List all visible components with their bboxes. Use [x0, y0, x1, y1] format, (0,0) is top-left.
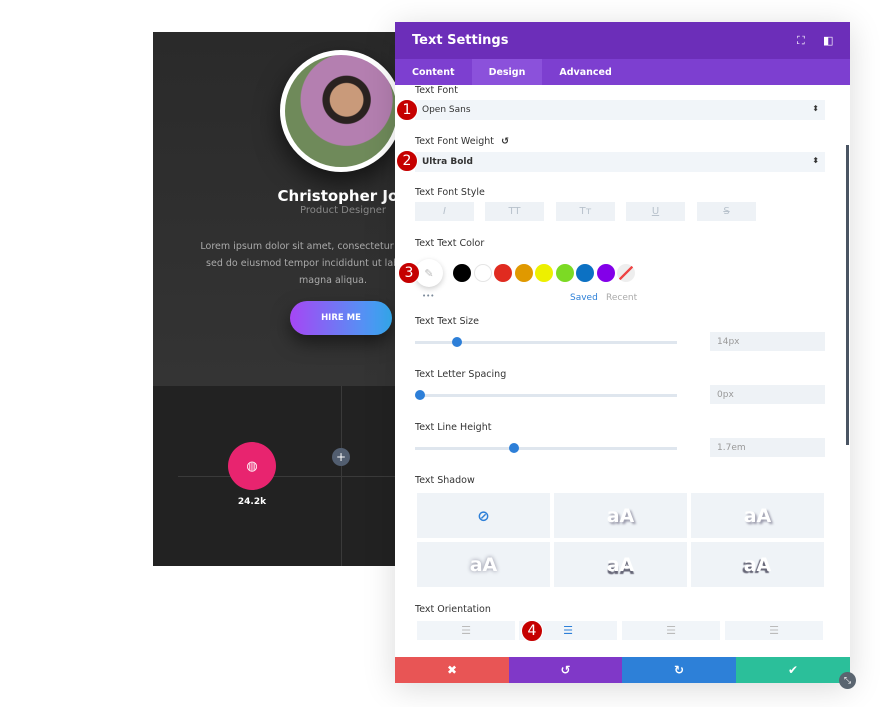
redo-button[interactable]: ↻ — [622, 657, 736, 683]
strikethrough-button[interactable]: S — [697, 202, 756, 221]
person-role: Product Designer — [300, 205, 386, 216]
save-button[interactable]: ✔ — [736, 657, 850, 683]
align-justify-icon[interactable]: ☰ — [725, 621, 823, 640]
text-size-label: Text Text Size — [415, 316, 479, 327]
step-badge: 2 — [396, 150, 418, 172]
text-size-input[interactable]: 14px — [710, 332, 825, 351]
social-count: 24.2k — [237, 497, 267, 507]
reset-icon[interactable]: ↺ — [501, 136, 509, 147]
letter-spacing-input[interactable]: 0px — [710, 385, 825, 404]
font-weight-value: Ultra Bold — [422, 157, 473, 167]
color-swatch[interactable] — [473, 264, 492, 282]
undo-button[interactable]: ↺ — [509, 657, 622, 683]
capitalize-button[interactable]: Tт — [556, 202, 615, 221]
uppercase-button[interactable]: TT — [485, 202, 544, 221]
plus-icon[interactable]: + — [332, 448, 350, 466]
line-height-input[interactable]: 1.7em — [710, 438, 825, 457]
font-weight-label: Text Font Weight ↺ — [415, 136, 509, 147]
step-badge: 4 — [521, 620, 543, 642]
shadow-option[interactable]: aA — [691, 493, 824, 538]
resize-handle-icon[interactable]: ⤡ — [839, 672, 856, 689]
shadow-option[interactable]: aA — [691, 542, 824, 587]
recent-colors-tab[interactable]: Recent — [606, 293, 637, 303]
underline-button[interactable]: U — [626, 202, 685, 221]
person-name: Christopher Joe — [277, 187, 395, 205]
step-badge: 3 — [398, 262, 420, 284]
text-font-label: Text Font — [415, 85, 458, 96]
fullscreen-icon[interactable]: ⛶ — [797, 34, 805, 48]
no-color-swatch[interactable] — [617, 264, 635, 282]
saved-colors-tab[interactable]: Saved — [570, 293, 598, 303]
panel-header: Text Settings — [395, 22, 850, 59]
profile-card-preview: Christopher Joe Product Designer Lorem i… — [153, 32, 395, 566]
slider-thumb[interactable] — [451, 337, 462, 347]
color-swatch[interactable] — [494, 264, 512, 282]
slider-thumb[interactable] — [415, 390, 425, 400]
color-swatch[interactable] — [576, 264, 594, 282]
tab-content[interactable]: Content — [395, 59, 472, 85]
text-orientation-label: Text Orientation — [415, 604, 491, 615]
text-size-slider[interactable] — [415, 337, 677, 347]
color-swatch[interactable] — [555, 264, 574, 282]
shadow-option[interactable]: aA — [417, 542, 550, 587]
letter-spacing-slider[interactable] — [415, 390, 677, 400]
text-shadow-label: Text Shadow — [415, 475, 475, 486]
avatar — [280, 50, 395, 172]
tab-design[interactable]: Design — [471, 59, 543, 85]
font-style-label: Text Font Style — [415, 187, 485, 198]
more-options-icon[interactable]: ••• — [422, 292, 434, 300]
color-swatch[interactable] — [535, 264, 553, 282]
text-font-value: Open Sans — [422, 105, 471, 115]
no-shadow-option[interactable]: ⊘ — [417, 493, 550, 538]
grid-line — [178, 476, 395, 477]
tab-advanced[interactable]: Advanced — [542, 59, 628, 85]
hire-me-button[interactable]: HIRE ME — [290, 301, 392, 335]
slider-thumb[interactable] — [509, 443, 520, 453]
text-font-select[interactable]: Open Sans ⬍ — [415, 100, 825, 120]
color-swatch[interactable] — [596, 264, 615, 282]
select-arrows-icon: ⬍ — [812, 104, 819, 113]
shadow-option[interactable]: aA — [554, 493, 687, 538]
text-color-label: Text Text Color — [415, 238, 485, 249]
line-height-slider[interactable] — [415, 443, 677, 453]
font-weight-label-text: Text Font Weight — [415, 136, 495, 147]
line-height-label: Text Line Height — [415, 422, 492, 433]
panel-title: Text Settings — [412, 33, 509, 48]
align-left-icon[interactable]: ☰ — [417, 621, 515, 640]
text-settings-panel: Text Settings ⛶ ◧ Content Design Advance… — [395, 22, 850, 683]
shadow-option[interactable]: aA — [554, 542, 687, 587]
select-arrows-icon: ⬍ — [812, 156, 819, 165]
dribbble-icon[interactable]: ◍ — [228, 442, 276, 490]
bio-text: Lorem ipsum dolor sit amet, consectetur … — [200, 241, 395, 286]
cancel-button[interactable]: ✖ — [395, 657, 509, 683]
color-swatch[interactable] — [514, 264, 533, 282]
sidebar-toggle-icon[interactable]: ◧ — [823, 34, 833, 47]
scrollbar[interactable] — [846, 145, 849, 445]
align-right-icon[interactable]: ☰ — [622, 621, 720, 640]
tab-bar: Content Design Advanced — [395, 59, 850, 85]
italic-button[interactable]: I — [415, 202, 474, 221]
font-weight-select[interactable]: Ultra Bold ⬍ — [415, 152, 825, 172]
letter-spacing-label: Text Letter Spacing — [415, 369, 507, 380]
step-badge: 1 — [396, 99, 418, 121]
color-swatch[interactable] — [453, 264, 471, 282]
